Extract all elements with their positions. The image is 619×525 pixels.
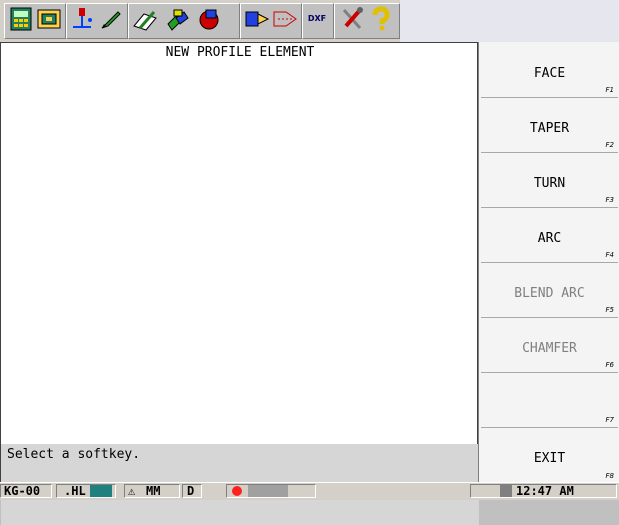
toolpath-icon[interactable] — [244, 6, 270, 32]
solids-icon[interactable] — [166, 6, 192, 32]
dxf-icon[interactable]: DXF — [304, 6, 330, 32]
keyboard-icon — [90, 485, 112, 497]
softkey-fkey: F1 — [605, 86, 614, 94]
softkey-f7[interactable]: F7 — [481, 376, 618, 428]
softkey-fkey: F6 — [605, 361, 614, 369]
profile-view-icon[interactable] — [272, 6, 298, 32]
machine-id: KG-00 — [4, 484, 41, 498]
prompt-message: Select a softkey. — [1, 444, 479, 482]
clock-icon — [500, 485, 512, 497]
pencil-icon[interactable] — [98, 6, 124, 32]
softkey-arc[interactable]: ARC F4 — [481, 211, 618, 263]
record-icon — [232, 486, 242, 496]
tools-icon[interactable] — [340, 6, 366, 32]
editor-icon[interactable] — [132, 6, 158, 32]
mode-indicator: D — [187, 484, 195, 498]
page-title: NEW PROFILE ELEMENT — [165, 45, 315, 60]
home-setup-icon[interactable] — [36, 6, 62, 32]
status-bar: KG-00 .HL ⚠ MM D 12:47 AM — [0, 482, 619, 500]
calculator-icon[interactable] — [8, 6, 34, 32]
softkey-label: BLEND ARC — [514, 286, 585, 301]
softkey-fkey: F5 — [605, 306, 614, 314]
softkey-label: ARC — [537, 231, 562, 246]
softkey-panel: FACE F1 TAPER F2 TURN F3 ARC F4 BLEND AR… — [478, 42, 619, 483]
softkey-fkey: F8 — [605, 472, 614, 480]
main-panel: NEW PROFILE ELEMENT Select a softkey. Yo… — [0, 42, 479, 525]
softkey-fkey: F2 — [605, 141, 614, 149]
toolbar: DXF — [0, 0, 619, 43]
keyboard-icon — [248, 485, 288, 497]
warning-icon: ⚠ — [128, 484, 136, 498]
softkey-label: EXIT — [533, 451, 566, 466]
softkey-label: TURN — [533, 176, 566, 191]
softkey-label: CHAMFER — [522, 341, 577, 356]
units-indicator: MM — [146, 484, 161, 498]
softkey-blend-arc[interactable]: BLEND ARC F5 — [481, 266, 618, 318]
softkey-label: FACE — [533, 66, 566, 81]
softkey-taper[interactable]: TAPER F2 — [481, 101, 618, 153]
softkey-fkey: F7 — [605, 416, 614, 424]
softkey-chamfer[interactable]: CHAMFER F6 — [481, 321, 618, 373]
file-extension: .HL — [64, 484, 86, 498]
probe-icon[interactable] — [70, 6, 96, 32]
softkey-turn[interactable]: TURN F3 — [481, 156, 618, 208]
softkey-fkey: F4 — [605, 251, 614, 259]
help-icon[interactable] — [368, 6, 394, 32]
part-view-icon[interactable] — [196, 6, 222, 32]
toolbar-empty-area — [400, 0, 619, 42]
softkey-face[interactable]: FACE F1 — [481, 46, 618, 98]
softkey-exit[interactable]: EXIT F8 — [481, 431, 618, 483]
softkey-label: TAPER — [529, 121, 570, 136]
clock-time: 12:47 AM — [516, 484, 574, 498]
softkey-fkey: F3 — [605, 196, 614, 204]
